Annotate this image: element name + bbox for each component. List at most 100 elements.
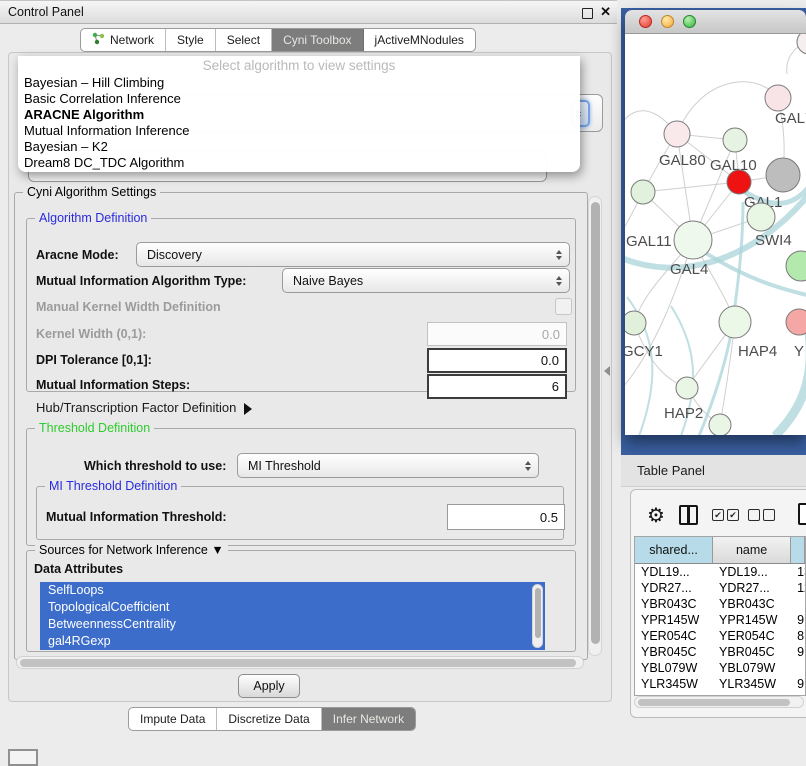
node-table[interactable]: shared...name YDL19...YDL19...13YDR27...… (634, 536, 806, 696)
column-header-shared[interactable]: shared... (635, 537, 713, 563)
table-row[interactable]: YBL079WYBL079W (635, 660, 805, 676)
which-threshold-value: MI Threshold (248, 459, 321, 473)
close-traffic-light-icon[interactable] (639, 15, 652, 28)
apply-button[interactable]: Apply (238, 674, 300, 698)
checked-checkbox-icon-1[interactable]: ✔ (712, 509, 724, 521)
network-node-gal7[interactable] (765, 85, 791, 111)
tab-label: jActiveMNodules (375, 33, 464, 47)
tab-select[interactable]: Select (216, 29, 272, 51)
hub-definition-expander[interactable]: Hub/Transcription Factor Definition (36, 400, 252, 415)
table-row[interactable]: YLR345WYLR345W9. (635, 676, 805, 692)
attribute-item-selfloops[interactable]: SelfLoops (40, 582, 545, 599)
unchecked-checkbox-icon-1[interactable] (748, 509, 760, 521)
table-horizontal-scrollbar[interactable] (634, 696, 804, 708)
column-header-partial[interactable] (791, 537, 805, 563)
mi-type-combo[interactable]: Naive Bayes (282, 268, 570, 293)
dropdown-item-dream8-dc-tdc-algorithm[interactable]: Dream8 DC_TDC Algorithm (18, 155, 580, 171)
node-label-y: Y (794, 343, 804, 360)
panel-divider-collapse-icon[interactable] (604, 366, 610, 376)
network-canvas[interactable]: GAL7GAL80GAL10GAL1GAL11SWI4GAL4GCY1HAP4Y… (625, 34, 806, 435)
collapse-down-icon[interactable]: ▼ (211, 543, 223, 557)
table-row[interactable]: YDL19...YDL19...13 (635, 564, 805, 580)
network-node-hap2[interactable] (676, 377, 698, 399)
tab-discretize-data[interactable]: Discretize Data (217, 708, 321, 730)
tab-jactivemnodules[interactable]: jActiveMNodules (364, 29, 475, 51)
network-node-y[interactable] (786, 309, 806, 335)
settings-horizontal-scrollbar[interactable] (16, 656, 584, 669)
network-node-gal10[interactable] (723, 128, 747, 152)
tab-style[interactable]: Style (166, 29, 216, 51)
network-edge[interactable] (643, 182, 739, 192)
table-row[interactable]: YER054CYER054C8. (635, 628, 805, 644)
mi-threshold-label: Mutual Information Threshold: (46, 510, 227, 524)
mi-type-value: Naive Bayes (293, 274, 363, 288)
mi-steps-field[interactable]: 6 (427, 374, 567, 399)
network-node-hap4[interactable] (719, 306, 751, 338)
tab-impute-data[interactable]: Impute Data (129, 708, 217, 730)
checked-checkbox-icon-2[interactable]: ✔ (727, 509, 739, 521)
float-window-icon[interactable] (582, 8, 593, 19)
network-node-gcy1[interactable] (625, 311, 646, 335)
new-table-icon[interactable] (798, 503, 806, 525)
attribute-item-betweennesscentrality[interactable]: BetweennessCentrality (40, 616, 545, 633)
network-node[interactable] (786, 251, 806, 281)
table-row[interactable]: YBR045CYBR045C9. (635, 644, 805, 660)
attribute-item-topologicalcoefficient[interactable]: TopologicalCoefficient (40, 599, 545, 616)
dropdown-item-aracne-algorithm[interactable]: ARACNE Algorithm (18, 107, 580, 123)
which-threshold-combo[interactable]: MI Threshold (237, 453, 539, 478)
table-row[interactable]: YBR043CYBR043C (635, 596, 805, 612)
aracne-mode-value: Discovery (147, 248, 202, 262)
dpi-tolerance-field[interactable]: 0.0 (427, 348, 567, 373)
control-panel-titlebar: Control Panel ✕ (0, 0, 617, 24)
node-table-header: shared...name (635, 537, 805, 564)
table-cell: YBR045C (713, 645, 791, 659)
network-node-gal4[interactable] (674, 221, 712, 259)
table-row[interactable]: YPR145WYPR145W9. (635, 612, 805, 628)
algorithm-definition-legend: Algorithm Definition (35, 211, 151, 225)
manual-kernel-checkbox[interactable] (555, 298, 572, 315)
network-node-gal11[interactable] (631, 180, 655, 204)
dropdown-item-mutual-information-inference[interactable]: Mutual Information Inference (18, 123, 580, 139)
network-node-swi4[interactable] (747, 203, 775, 231)
network-window-titlebar[interactable] (625, 10, 806, 34)
node-label-swi4: SWI4 (755, 232, 792, 249)
table-cell: YBR043C (713, 597, 791, 611)
aracne-mode-label: Aracne Mode: (36, 248, 119, 262)
attribute-item-gal4rgexp[interactable]: gal4RGexp (40, 633, 545, 650)
mi-threshold-field[interactable]: 0.5 (447, 504, 565, 530)
network-node[interactable] (709, 414, 731, 435)
network-node-gal80[interactable] (664, 121, 690, 147)
table-cell: YBL079W (635, 661, 713, 675)
table-cell: YLR345W (713, 677, 791, 691)
control-panel-title: Control Panel (8, 5, 84, 19)
table-cell: YDL19... (713, 565, 791, 579)
aracne-mode-combo[interactable]: Discovery (136, 242, 570, 267)
kernel-width-field[interactable]: 0.0 (427, 322, 567, 346)
split-columns-icon[interactable] (679, 505, 698, 525)
dropdown-item-bayesian-hill-climbing[interactable]: Bayesian – Hill Climbing (18, 75, 580, 91)
unchecked-checkbox-icon-2[interactable] (763, 509, 775, 521)
network-window[interactable]: GAL7GAL80GAL10GAL1GAL11SWI4GAL4GCY1HAP4Y… (625, 10, 806, 435)
zoom-traffic-light-icon[interactable] (683, 15, 696, 28)
network-node-gal1[interactable] (727, 170, 751, 194)
tab-cyni-toolbox[interactable]: Cyni Toolbox (272, 29, 363, 51)
table-row[interactable]: YDR27...YDR27...12 (635, 580, 805, 596)
kernel-width-label: Kernel Width (0,1): (36, 327, 146, 341)
threshold-definition-legend: Threshold Definition (35, 421, 154, 435)
network-edge[interactable] (677, 82, 778, 134)
tab-infer-network[interactable]: Infer Network (322, 708, 415, 730)
minimize-traffic-light-icon[interactable] (661, 15, 674, 28)
collapsed-panel-icon[interactable] (8, 749, 38, 766)
dropdown-item-bayesian-k2[interactable]: Bayesian – K2 (18, 139, 580, 155)
settings-vertical-scrollbar[interactable] (588, 196, 602, 656)
attributes-list-scrollbar[interactable] (532, 584, 543, 648)
dropdown-item-basic-correlation-inference[interactable]: Basic Correlation Inference (18, 91, 580, 107)
network-node[interactable] (766, 158, 800, 192)
network-node[interactable] (797, 34, 806, 54)
expand-right-icon[interactable] (244, 403, 252, 415)
tab-network[interactable]: Network (81, 29, 166, 51)
gear-icon[interactable]: ⚙ (647, 506, 665, 526)
tab-label: Impute Data (140, 712, 205, 726)
column-header-name[interactable]: name (713, 537, 791, 563)
close-icon[interactable]: ✕ (600, 4, 611, 20)
